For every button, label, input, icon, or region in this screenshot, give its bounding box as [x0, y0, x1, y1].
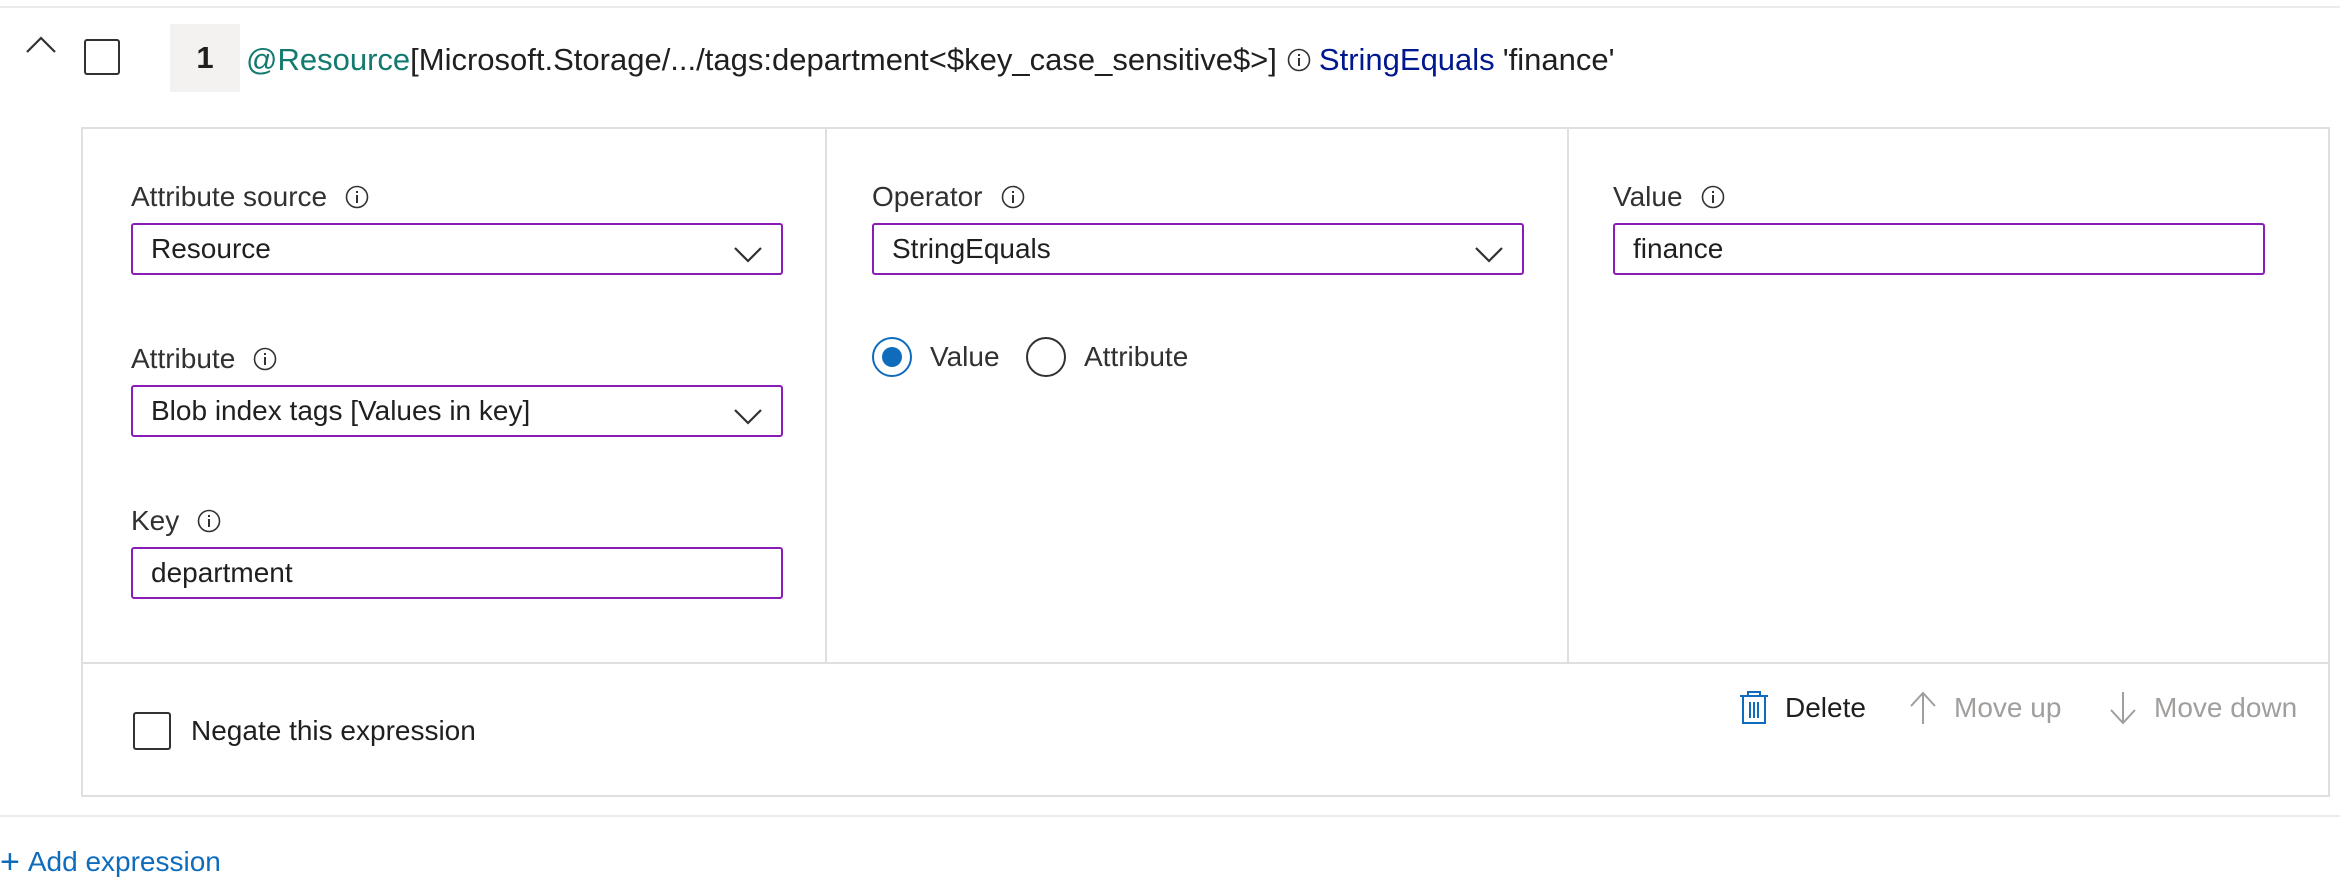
key-input[interactable]: department	[131, 547, 783, 599]
delete-label: Delete	[1785, 692, 1866, 723]
operator-value: StringEquals	[892, 233, 1051, 264]
info-icon[interactable]	[1001, 185, 1025, 209]
move-up-button[interactable]: Move up	[1908, 690, 2061, 726]
operator-label: Operator	[872, 181, 1025, 213]
bottom-divider	[0, 815, 2340, 817]
expression-number: 1	[170, 24, 240, 92]
value-input-value: finance	[1633, 233, 1724, 264]
delete-button[interactable]: Delete	[1739, 690, 1866, 726]
attribute-source-label: Attribute source	[131, 181, 369, 213]
move-up-label: Move up	[1954, 692, 2062, 723]
radio-selected-dot	[882, 347, 902, 367]
info-icon[interactable]	[253, 347, 277, 371]
chevron-down-icon	[733, 401, 763, 433]
trash-icon	[1739, 690, 1769, 726]
attribute-dropdown[interactable]: Blob index tags [Values in key]	[131, 385, 783, 437]
column-divider	[1567, 129, 1569, 662]
collapse-chevron-up-icon[interactable]	[24, 32, 58, 62]
column-divider	[825, 129, 827, 662]
negate-expression-checkbox[interactable]	[133, 712, 171, 750]
expression-select-checkbox[interactable]	[84, 39, 120, 75]
move-down-label: Move down	[2154, 692, 2298, 723]
radio-attribute-label: Attribute	[1084, 341, 1189, 372]
radio-attribute[interactable]: Attribute	[1026, 337, 1188, 377]
add-expression-link[interactable]: + Add expression	[0, 843, 221, 881]
attribute-label: Attribute	[131, 343, 277, 375]
expression-source: @Resource	[246, 42, 411, 77]
key-label-text: Key	[131, 505, 180, 536]
chevron-down-icon	[1474, 239, 1504, 271]
radio-value[interactable]: Value	[872, 337, 1000, 377]
chevron-down-icon	[733, 239, 763, 271]
footer-divider	[83, 662, 2328, 664]
attribute-source-value: Resource	[151, 233, 271, 264]
attribute-source-dropdown[interactable]: Resource	[131, 223, 783, 275]
info-icon[interactable]	[197, 509, 221, 533]
negate-expression-label: Negate this expression	[191, 715, 476, 746]
info-icon[interactable]	[1701, 185, 1725, 209]
expression-operator: StringEquals	[1318, 42, 1495, 77]
value-input[interactable]: finance	[1613, 223, 2265, 275]
value-label: Value	[1613, 181, 1725, 213]
radio-attribute-button[interactable]	[1026, 337, 1066, 377]
expression-value: 'finance'	[1502, 42, 1615, 77]
value-label-text: Value	[1613, 181, 1683, 212]
operator-dropdown[interactable]: StringEquals	[872, 223, 1524, 275]
key-label: Key	[131, 505, 221, 537]
key-input-value: department	[151, 557, 293, 588]
top-divider	[0, 6, 2340, 8]
expression-summary: @Resource [Microsoft.Storage/.../tags:de…	[246, 40, 1615, 80]
info-icon[interactable]	[1287, 48, 1311, 72]
radio-value-button[interactable]	[872, 337, 912, 377]
info-icon[interactable]	[345, 185, 369, 209]
arrow-down-icon	[2108, 690, 2138, 726]
move-down-button[interactable]: Move down	[2108, 690, 2297, 726]
attribute-value: Blob index tags [Values in key]	[151, 395, 531, 426]
plus-icon: +	[0, 843, 20, 881]
radio-value-label: Value	[930, 341, 1000, 372]
expression-editor-panel: Attribute source Resource Attribute Blob…	[81, 127, 2330, 797]
arrow-up-icon	[1908, 690, 1938, 726]
attribute-source-label-text: Attribute source	[131, 181, 328, 212]
expression-path: [Microsoft.Storage/.../tags:department<$…	[410, 42, 1277, 77]
operator-label-text: Operator	[872, 181, 983, 212]
add-expression-label: Add expression	[27, 846, 221, 877]
attribute-label-text: Attribute	[131, 343, 236, 374]
